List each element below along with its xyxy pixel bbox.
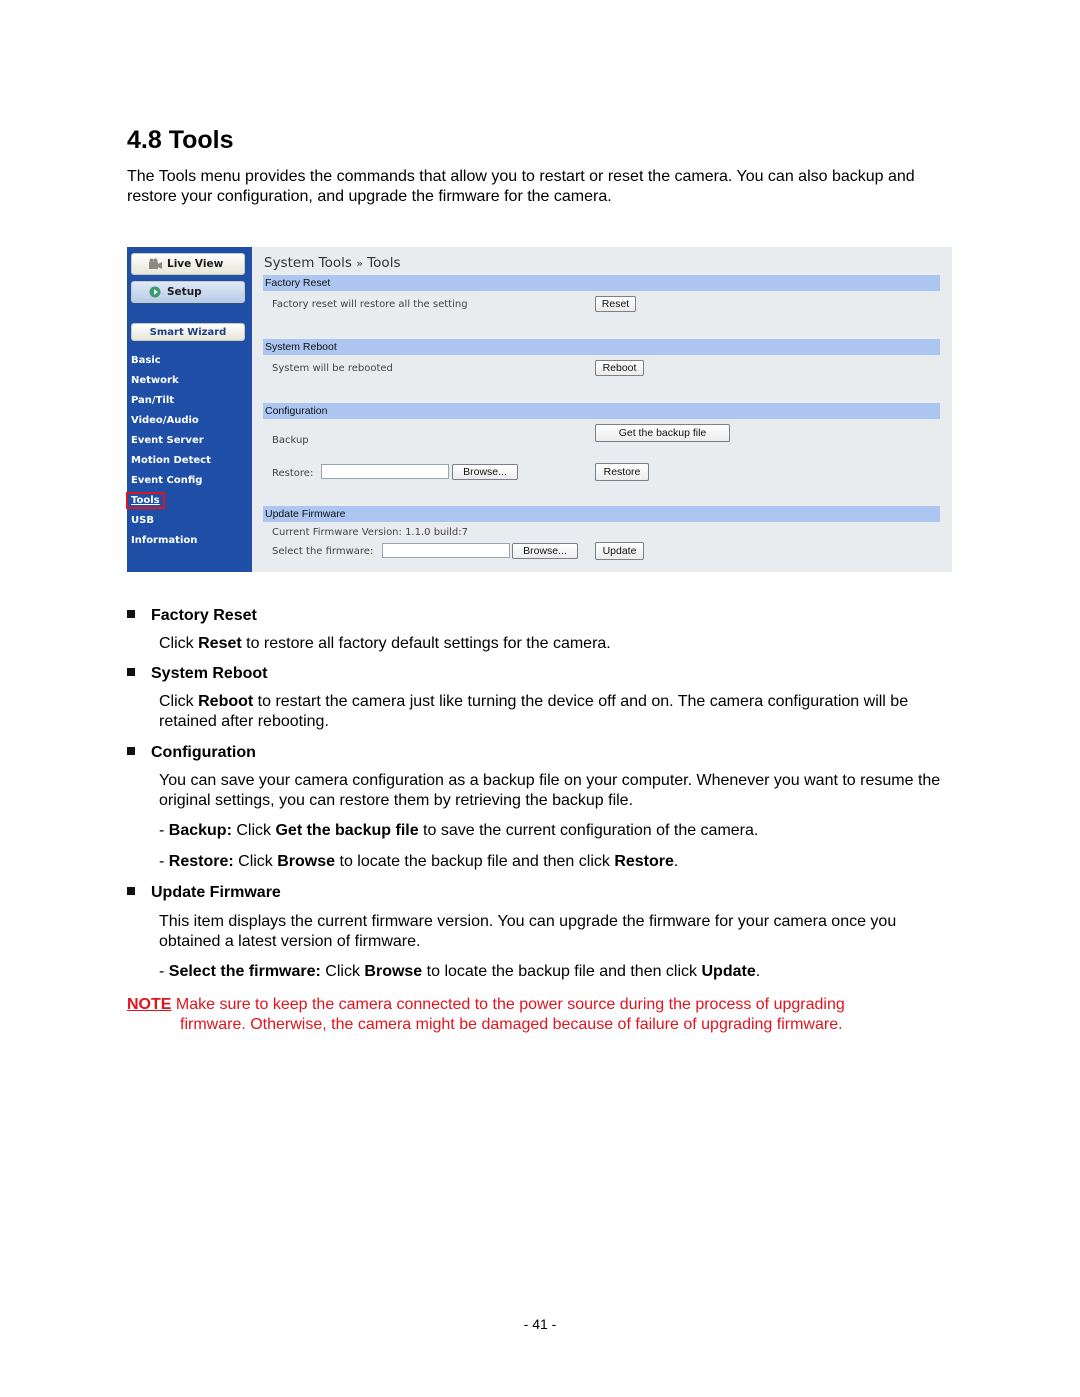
restore-button[interactable]: Restore bbox=[595, 463, 649, 481]
setup-button[interactable]: Setup bbox=[131, 281, 245, 303]
backup-instruction: - Backup: Click Get the backup file to s… bbox=[159, 822, 759, 839]
sidebar-item-pan-tilt[interactable]: Pan/Tilt bbox=[131, 395, 174, 406]
tools-panel: System Tools » Tools Factory Reset Facto… bbox=[252, 247, 952, 572]
system-reboot-text: System will be rebooted bbox=[272, 363, 393, 374]
firmware-version: Current Firmware Version: 1.1.0 build:7 bbox=[272, 527, 469, 538]
smart-wizard-button[interactable]: Smart Wizard bbox=[131, 323, 245, 341]
select-firmware-instruction: - Select the firmware: Click Browse to l… bbox=[159, 963, 761, 980]
note-line-2: firmware. Otherwise, the camera might be… bbox=[180, 1016, 843, 1033]
factory-reset-header: Factory Reset bbox=[263, 275, 940, 291]
tools-screenshot: Live View Setup Smart Wizard Basic Netwo… bbox=[126, 247, 952, 572]
live-view-label: Live View bbox=[167, 258, 224, 270]
configuration-header: Configuration bbox=[263, 403, 940, 419]
restore-label: Restore: bbox=[272, 468, 314, 479]
bullet-square-icon bbox=[127, 610, 135, 618]
sidebar-item-event-config[interactable]: Event Config bbox=[131, 475, 202, 486]
setup-icon bbox=[149, 286, 161, 298]
factory-reset-section-title: Factory Reset bbox=[127, 607, 257, 625]
configuration-section-title: Configuration bbox=[127, 744, 256, 762]
firmware-file-input[interactable] bbox=[382, 543, 510, 558]
backup-label: Backup bbox=[272, 435, 309, 446]
camera-icon bbox=[149, 258, 162, 269]
reset-button[interactable]: Reset bbox=[595, 296, 636, 312]
section-title-text: Factory Reset bbox=[151, 607, 257, 624]
reboot-button[interactable]: Reboot bbox=[595, 360, 644, 376]
section-title-text: System Reboot bbox=[151, 665, 268, 682]
sidebar-item-basic[interactable]: Basic bbox=[131, 355, 161, 366]
update-button[interactable]: Update bbox=[595, 542, 644, 560]
page-number: - 41 - bbox=[523, 1316, 557, 1332]
factory-reset-paragraph: Click Reset to restore all factory defau… bbox=[159, 635, 611, 652]
restore-browse-button[interactable]: Browse... bbox=[452, 464, 518, 480]
update-firmware-header: Update Firmware bbox=[263, 506, 940, 522]
update-firmware-section-title: Update Firmware bbox=[127, 884, 281, 902]
sidebar-item-video-audio[interactable]: Video/Audio bbox=[131, 415, 199, 426]
intro-paragraph: The Tools menu provides the commands tha… bbox=[127, 168, 915, 205]
sidebar-item-information[interactable]: Information bbox=[131, 535, 197, 546]
section-title-text: Configuration bbox=[151, 744, 256, 761]
breadcrumb-current: Tools bbox=[367, 255, 401, 271]
system-reboot-paragraph: Click Reboot to restart the camera just … bbox=[159, 693, 909, 730]
note-line-1: Make sure to keep the camera connected t… bbox=[171, 996, 845, 1013]
note-tag: NOTE bbox=[127, 996, 172, 1013]
sidebar-item-event-server[interactable]: Event Server bbox=[131, 435, 204, 446]
section-heading: 4.8 Tools bbox=[127, 126, 234, 154]
bullet-square-icon bbox=[127, 747, 135, 755]
system-reboot-header: System Reboot bbox=[263, 339, 940, 355]
sidebar-item-usb[interactable]: USB bbox=[131, 515, 154, 526]
note-box: NOTE Make sure to keep the camera connec… bbox=[127, 995, 947, 1035]
sidebar-item-tools[interactable]: Tools bbox=[126, 492, 165, 509]
bullet-square-icon bbox=[127, 887, 135, 895]
factory-reset-text: Factory reset will restore all the setti… bbox=[272, 299, 468, 310]
sidebar-item-network[interactable]: Network bbox=[131, 375, 179, 386]
breadcrumb-separator: » bbox=[356, 257, 363, 270]
firmware-browse-button[interactable]: Browse... bbox=[512, 543, 578, 559]
sidebar: Live View Setup Smart Wizard Basic Netwo… bbox=[126, 247, 252, 572]
live-view-button[interactable]: Live View bbox=[131, 253, 245, 275]
page-title: System Tools » Tools bbox=[264, 255, 400, 271]
setup-label: Setup bbox=[167, 286, 202, 298]
restore-file-input[interactable] bbox=[321, 464, 449, 479]
system-reboot-section-title: System Reboot bbox=[127, 665, 267, 683]
section-title-text: Update Firmware bbox=[151, 884, 281, 901]
breadcrumb-parent: System Tools bbox=[264, 255, 352, 271]
update-firmware-paragraph: This item displays the current firmware … bbox=[159, 913, 897, 950]
bullet-square-icon bbox=[127, 668, 135, 676]
configuration-paragraph: You can save your camera configuration a… bbox=[159, 772, 941, 809]
restore-instruction: - Restore: Click Browse to locate the ba… bbox=[159, 853, 679, 870]
select-firmware-label: Select the firmware: bbox=[272, 546, 374, 557]
sidebar-item-motion-detect[interactable]: Motion Detect bbox=[131, 455, 211, 466]
get-backup-file-button[interactable]: Get the backup file bbox=[595, 424, 730, 442]
